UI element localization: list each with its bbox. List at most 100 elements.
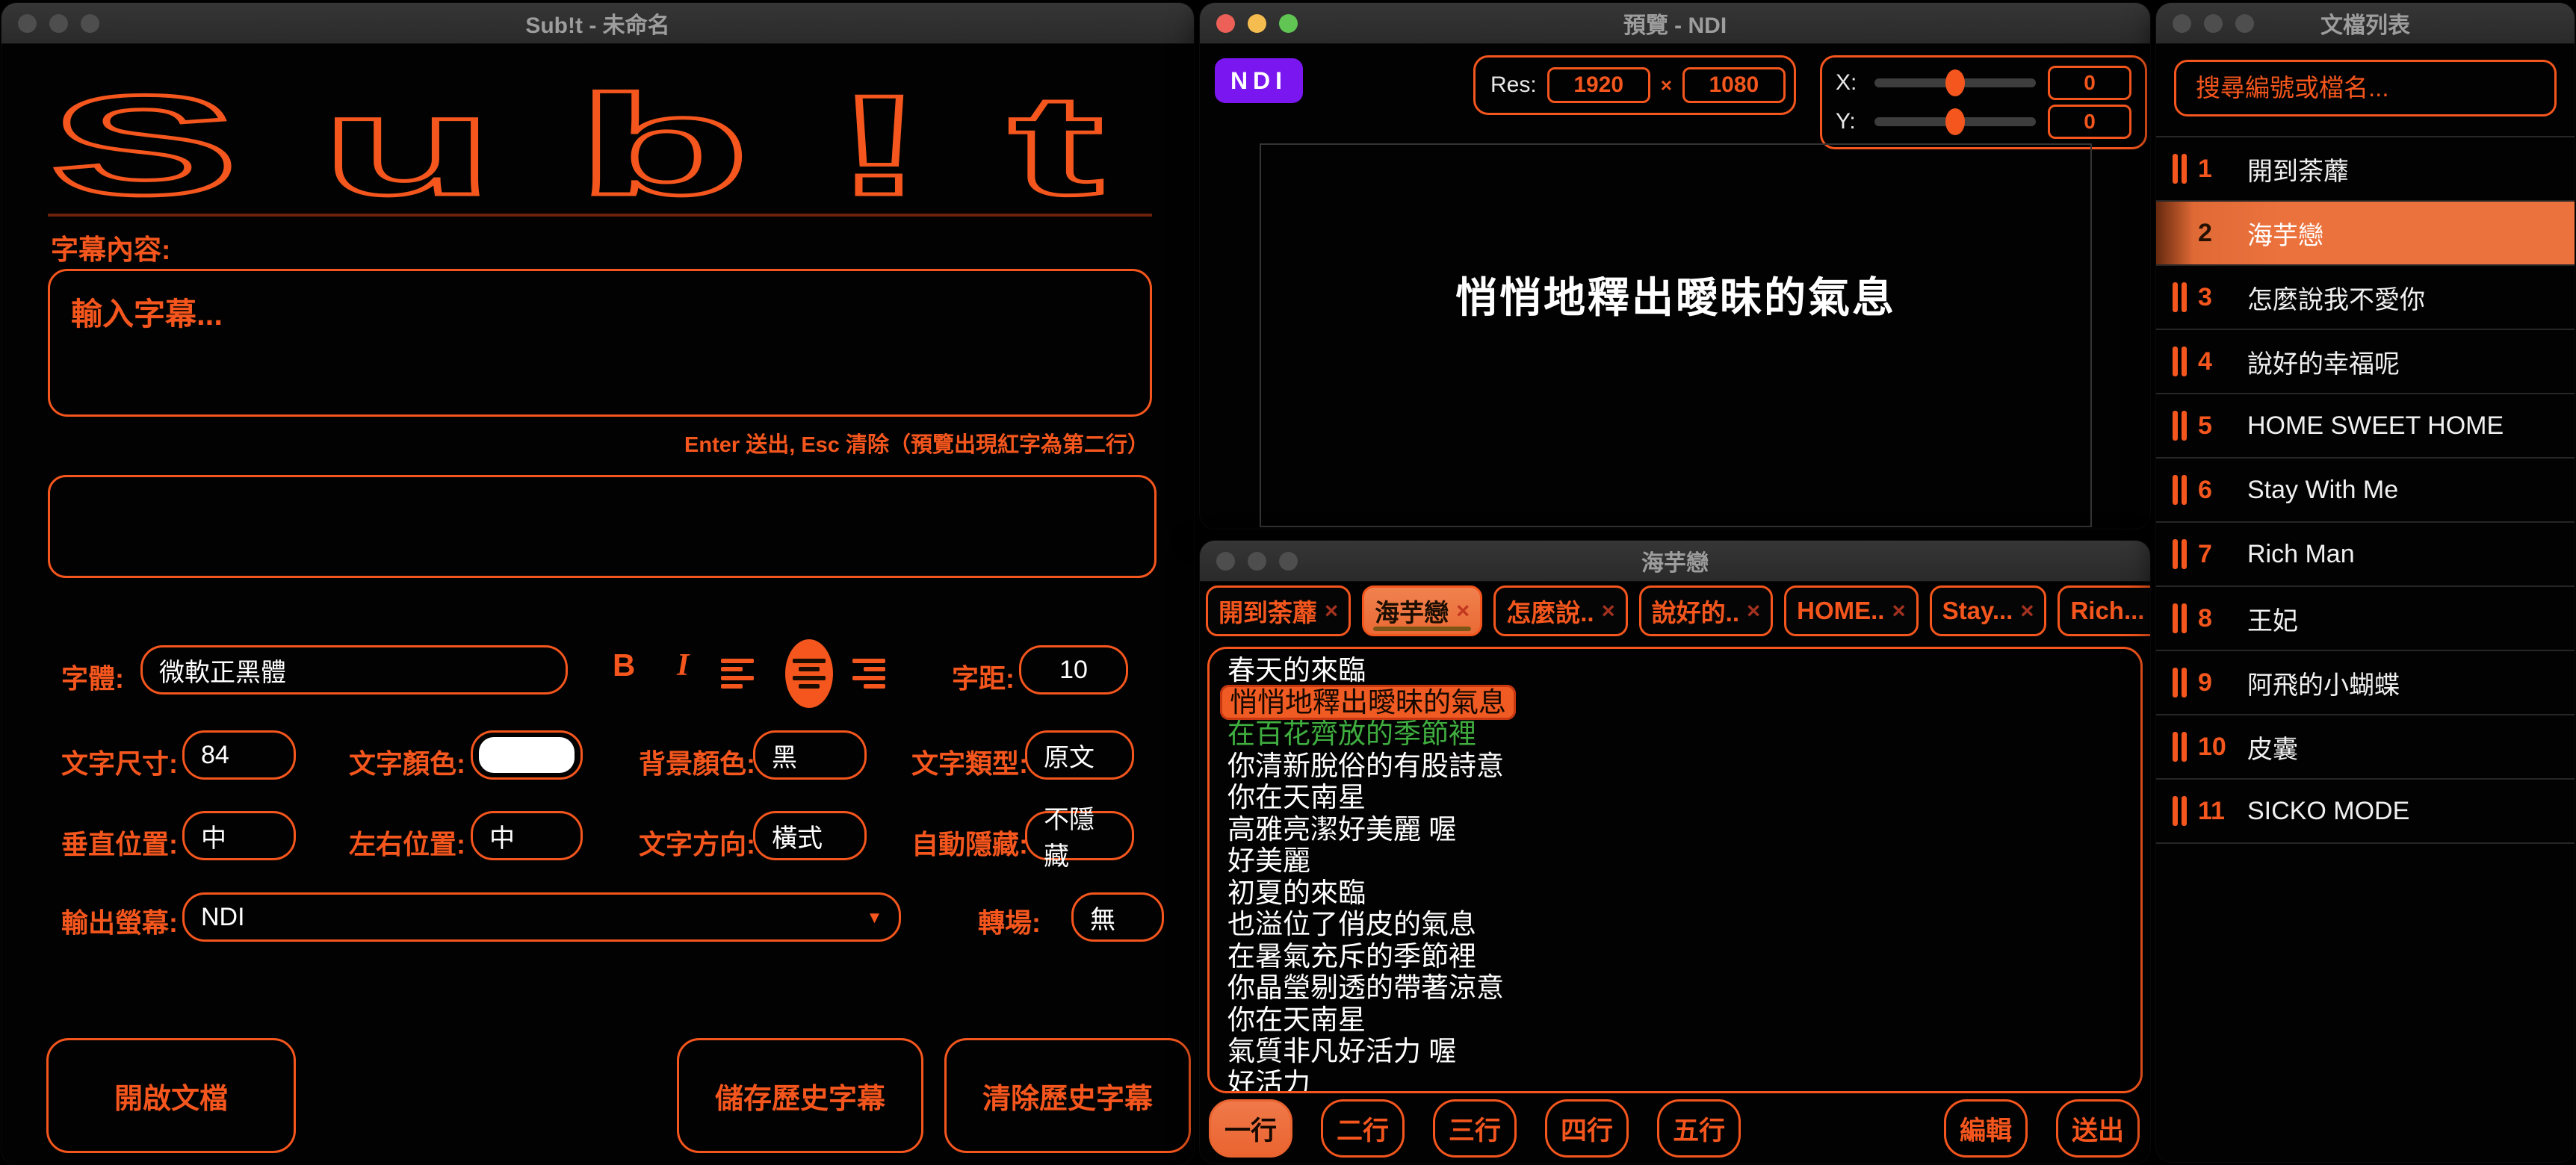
drag-handle-icon[interactable] (2173, 411, 2188, 441)
y-value-input[interactable] (2048, 105, 2131, 139)
file-row-1[interactable]: 1 開到荼蘼 (2156, 137, 2575, 202)
close-icon[interactable]: × (1456, 597, 1470, 624)
lyric-line[interactable]: 你清新脫俗的有股詩意 (1210, 751, 2140, 783)
lyric-line[interactable]: 氣質非凡好活力 喔 (1210, 1036, 2140, 1068)
file-row-6[interactable]: 6 Stay With Me (2156, 459, 2575, 523)
one-line-button[interactable]: 一行 (1209, 1099, 1292, 1158)
subtitle-input[interactable] (48, 269, 1152, 417)
lyric-line-next[interactable]: 在百花齊放的季節裡 (1210, 718, 2140, 751)
drag-handle-icon[interactable] (2173, 347, 2188, 376)
x-slider-thumb[interactable] (1945, 69, 1965, 96)
lyric-line-active[interactable]: 悄悄地釋出曖昧的氣息 (1210, 687, 2140, 719)
x-value-input[interactable] (2048, 66, 2131, 100)
text-type-select[interactable]: 原文 (1025, 730, 1134, 780)
y-slider-thumb[interactable] (1945, 108, 1965, 135)
resolution-width-input[interactable] (1547, 67, 1650, 103)
resolution-height-input[interactable] (1682, 67, 1786, 103)
two-lines-button[interactable]: 二行 (1321, 1099, 1405, 1158)
minimize-window-button[interactable] (1248, 14, 1266, 33)
file-row-2-selected[interactable]: 2 海芋戀 (2156, 202, 2575, 266)
save-history-button[interactable]: 儲存歷史字幕 (677, 1038, 923, 1153)
close-icon[interactable]: × (1602, 597, 1615, 624)
close-window-button[interactable] (18, 14, 37, 33)
zoom-window-button[interactable] (2235, 14, 2254, 33)
three-lines-button[interactable]: 三行 (1433, 1099, 1517, 1158)
subtitle-content-label: 字幕內容: (51, 227, 170, 267)
lyric-line[interactable]: 你在天南星 (1210, 782, 2140, 814)
minimize-window-button[interactable] (2204, 14, 2223, 33)
align-left-icon[interactable] (721, 654, 754, 693)
minimize-window-button[interactable] (1248, 552, 1266, 571)
tab-song-2-selected[interactable]: 海芋戀 × (1362, 585, 1482, 636)
lyric-line[interactable]: 好活力 (1210, 1068, 2140, 1094)
italic-button[interactable]: I (672, 647, 693, 684)
vertical-position-select[interactable]: 中 (182, 811, 296, 860)
lyric-line[interactable]: 高雅亮潔好美麗 喔 (1210, 814, 2140, 846)
align-center-icon[interactable] (793, 654, 826, 693)
file-row-5[interactable]: 5 HOME SWEET HOME (2156, 394, 2575, 459)
file-row-11[interactable]: 11 SICKO MODE (2156, 780, 2575, 844)
close-icon[interactable]: × (1892, 597, 1905, 624)
send-button[interactable]: 送出 (2056, 1099, 2140, 1158)
close-window-button[interactable] (1216, 552, 1235, 571)
file-row-4[interactable]: 4 說好的幸福呢 (2156, 330, 2575, 394)
zoom-window-button[interactable] (1279, 14, 1298, 33)
letter-spacing-input[interactable] (1019, 645, 1128, 695)
tab-song-7[interactable]: Rich... × (2058, 585, 2150, 636)
drag-handle-icon[interactable] (2173, 475, 2188, 505)
traffic-lights (2173, 14, 2254, 33)
lyric-line[interactable]: 你在天南星 (1210, 1004, 2140, 1037)
close-icon[interactable]: × (2020, 597, 2034, 624)
minimize-window-button[interactable] (49, 14, 68, 33)
background-color-select[interactable]: 黑 (753, 730, 867, 780)
transition-select[interactable]: 無 (1071, 892, 1164, 942)
drag-handle-icon[interactable] (2173, 668, 2188, 698)
y-slider[interactable] (1874, 117, 2036, 126)
x-slider[interactable] (1874, 78, 2036, 87)
zoom-window-button[interactable] (81, 14, 99, 33)
file-row-7[interactable]: 7 Rich Man (2156, 523, 2575, 587)
file-row-8[interactable]: 8 王妃 (2156, 587, 2575, 651)
lyric-line[interactable]: 初夏的來臨 (1210, 877, 2140, 910)
text-direction-select[interactable]: 橫式 (753, 811, 867, 860)
drag-handle-icon[interactable] (2173, 796, 2188, 826)
tab-song-5[interactable]: HOME.. × (1784, 585, 1918, 636)
tab-song-3[interactable]: 怎麼說.. × (1493, 585, 1627, 636)
close-icon[interactable]: × (1747, 597, 1760, 624)
close-icon[interactable]: × (1325, 597, 1338, 624)
search-input[interactable] (2174, 60, 2557, 116)
clear-history-button[interactable]: 清除歷史字幕 (944, 1038, 1191, 1153)
lyric-line[interactable]: 好美麗 (1210, 845, 2140, 877)
horizontal-position-select[interactable]: 中 (471, 811, 583, 860)
close-window-button[interactable] (2173, 14, 2191, 33)
drag-handle-icon[interactable] (2173, 282, 2188, 312)
file-row-10[interactable]: 10 皮囊 (2156, 715, 2575, 780)
open-file-button[interactable]: 開啟文檔 (46, 1038, 296, 1153)
drag-handle-icon[interactable] (2173, 603, 2188, 633)
file-name: 王妃 (2247, 600, 2298, 637)
drag-handle-icon[interactable] (2173, 154, 2188, 184)
lyric-line[interactable]: 你晶瑩剔透的帶著涼意 (1210, 972, 2140, 1004)
drag-handle-icon[interactable] (2173, 732, 2188, 762)
file-row-3[interactable]: 3 怎麼說我不愛你 (2156, 266, 2575, 330)
font-family-input[interactable] (140, 645, 568, 695)
four-lines-button[interactable]: 四行 (1545, 1099, 1629, 1158)
bold-button[interactable]: B (608, 647, 640, 684)
tab-song-6[interactable]: Stay... × (1930, 585, 2047, 636)
drag-handle-icon[interactable] (2173, 539, 2188, 569)
five-lines-button[interactable]: 五行 (1657, 1099, 1741, 1158)
tab-song-1[interactable]: 開到荼蘼 × (1206, 585, 1351, 636)
lyric-line[interactable]: 春天的來臨 (1210, 655, 2140, 687)
file-row-9[interactable]: 9 阿飛的小蝴蝶 (2156, 651, 2575, 715)
lyric-line[interactable]: 在暑氣充斥的季節裡 (1210, 941, 2140, 973)
tab-song-4[interactable]: 說好的.. × (1639, 585, 1773, 636)
align-right-icon[interactable] (852, 654, 885, 693)
edit-button[interactable]: 編輯 (1944, 1099, 2028, 1158)
text-color-picker[interactable] (471, 730, 583, 780)
lyric-line[interactable]: 也溢位了俏皮的氣息 (1210, 909, 2140, 941)
output-screen-select[interactable]: NDI ▾ (182, 892, 901, 942)
font-size-input[interactable] (182, 730, 296, 780)
zoom-window-button[interactable] (1279, 552, 1298, 571)
close-window-button[interactable] (1216, 14, 1235, 33)
autohide-select[interactable]: 不隱藏 (1025, 811, 1134, 860)
